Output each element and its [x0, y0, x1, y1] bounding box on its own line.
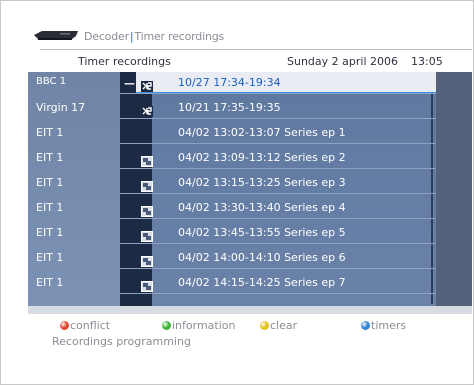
- series-icon: [141, 177, 153, 192]
- channel-name: EIT 1: [36, 176, 64, 189]
- row-divider: [120, 268, 436, 269]
- recording-time: 04/02 13:09-13:12 Series ep 2: [178, 151, 346, 164]
- row-divider: [120, 293, 436, 294]
- row-divider: [120, 93, 436, 94]
- channel-name: EIT 1: [36, 151, 64, 164]
- series-icon: [141, 252, 153, 267]
- recording-time: 10/21 17:35-19:35: [178, 101, 281, 114]
- red-button-icon: [60, 321, 69, 330]
- channel-name: Virgin 17: [36, 101, 86, 114]
- current-time: 13:05: [411, 55, 443, 68]
- row-divider: [120, 168, 436, 169]
- row-divider: [120, 243, 436, 244]
- footer-label: Recordings programming: [52, 335, 191, 348]
- breadcrumb-separator: |: [129, 30, 134, 43]
- breadcrumb: Decoder|Timer recordings: [84, 30, 224, 43]
- legend-clear[interactable]: clear: [270, 319, 297, 332]
- legend-information[interactable]: information: [172, 319, 236, 332]
- series-icon: [141, 227, 153, 242]
- recording-row[interactable]: EIT 1 04/02 14:15-14:25 Series ep 7: [28, 272, 436, 294]
- recording-row[interactable]: EIT 1 04/02 14:00-14:10 Series ep 6: [28, 247, 436, 269]
- current-date: Sunday 2 april 2006: [287, 55, 398, 68]
- yellow-button-icon: [260, 321, 269, 330]
- legend-timers[interactable]: timers: [371, 319, 406, 332]
- recording-row[interactable]: EIT 1 04/02 13:45-13:55 Series ep 5: [28, 222, 436, 244]
- recording-time: 04/02 13:15-13:25 Series ep 3: [178, 176, 346, 189]
- recording-time: 10/27 17:34-19:34: [178, 76, 281, 89]
- series-icon: [141, 277, 153, 292]
- breadcrumb-section: Decoder: [84, 30, 129, 43]
- legend-conflict[interactable]: conflict: [70, 319, 110, 332]
- recording-row[interactable]: EIT 1 04/02 13:02-13:07 Series ep 1: [28, 122, 436, 144]
- recording-row[interactable]: Virgin 17 10/21 17:35-19:35: [28, 97, 436, 119]
- row-divider: [120, 218, 436, 219]
- recording-row[interactable]: BBC 1 — 10/27 17:34-19:34: [28, 72, 436, 94]
- channel-name: EIT 1: [36, 126, 64, 139]
- decoder-icon: [34, 31, 78, 40]
- row-divider: [120, 118, 436, 119]
- channel-name: EIT 1: [36, 201, 64, 214]
- recording-row[interactable]: EIT 1 04/02 13:30-13:40 Series ep 4: [28, 197, 436, 219]
- row-divider: [120, 143, 436, 144]
- recording-time: 04/02 14:15-14:25 Series ep 7: [178, 276, 346, 289]
- recording-time: 04/02 14:00-14:10 Series ep 6: [178, 251, 346, 264]
- blue-button-icon: [361, 321, 370, 330]
- row-divider: [120, 193, 436, 194]
- conflict-icon: [141, 102, 153, 117]
- breadcrumb-page: Timer recordings: [134, 30, 225, 43]
- channel-name: EIT 1: [36, 226, 64, 239]
- channel-name: EIT 1: [36, 251, 64, 264]
- channel-name: EIT 1: [36, 276, 64, 289]
- recording-time: 04/02 13:45-13:55 Series ep 5: [178, 226, 346, 239]
- panel-bottom-strip: [28, 306, 472, 314]
- recording-time: 04/02 13:30-13:40 Series ep 4: [178, 201, 346, 214]
- series-icon: [141, 202, 153, 217]
- recording-row[interactable]: EIT 1 04/02 13:15-13:25 Series ep 3: [28, 172, 436, 194]
- green-button-icon: [162, 321, 171, 330]
- dash-marker: —: [124, 77, 135, 90]
- recording-row[interactable]: EIT 1 04/02 13:09-13:12 Series ep 2: [28, 147, 436, 169]
- channel-name: BBC 1: [36, 76, 67, 87]
- header-divider: [40, 49, 472, 50]
- side-panel: [436, 72, 472, 306]
- page-title: Timer recordings: [78, 55, 171, 68]
- recording-time: 04/02 13:02-13:07 Series ep 1: [178, 126, 346, 139]
- series-icon: [141, 152, 153, 167]
- conflict-icon: [141, 77, 153, 92]
